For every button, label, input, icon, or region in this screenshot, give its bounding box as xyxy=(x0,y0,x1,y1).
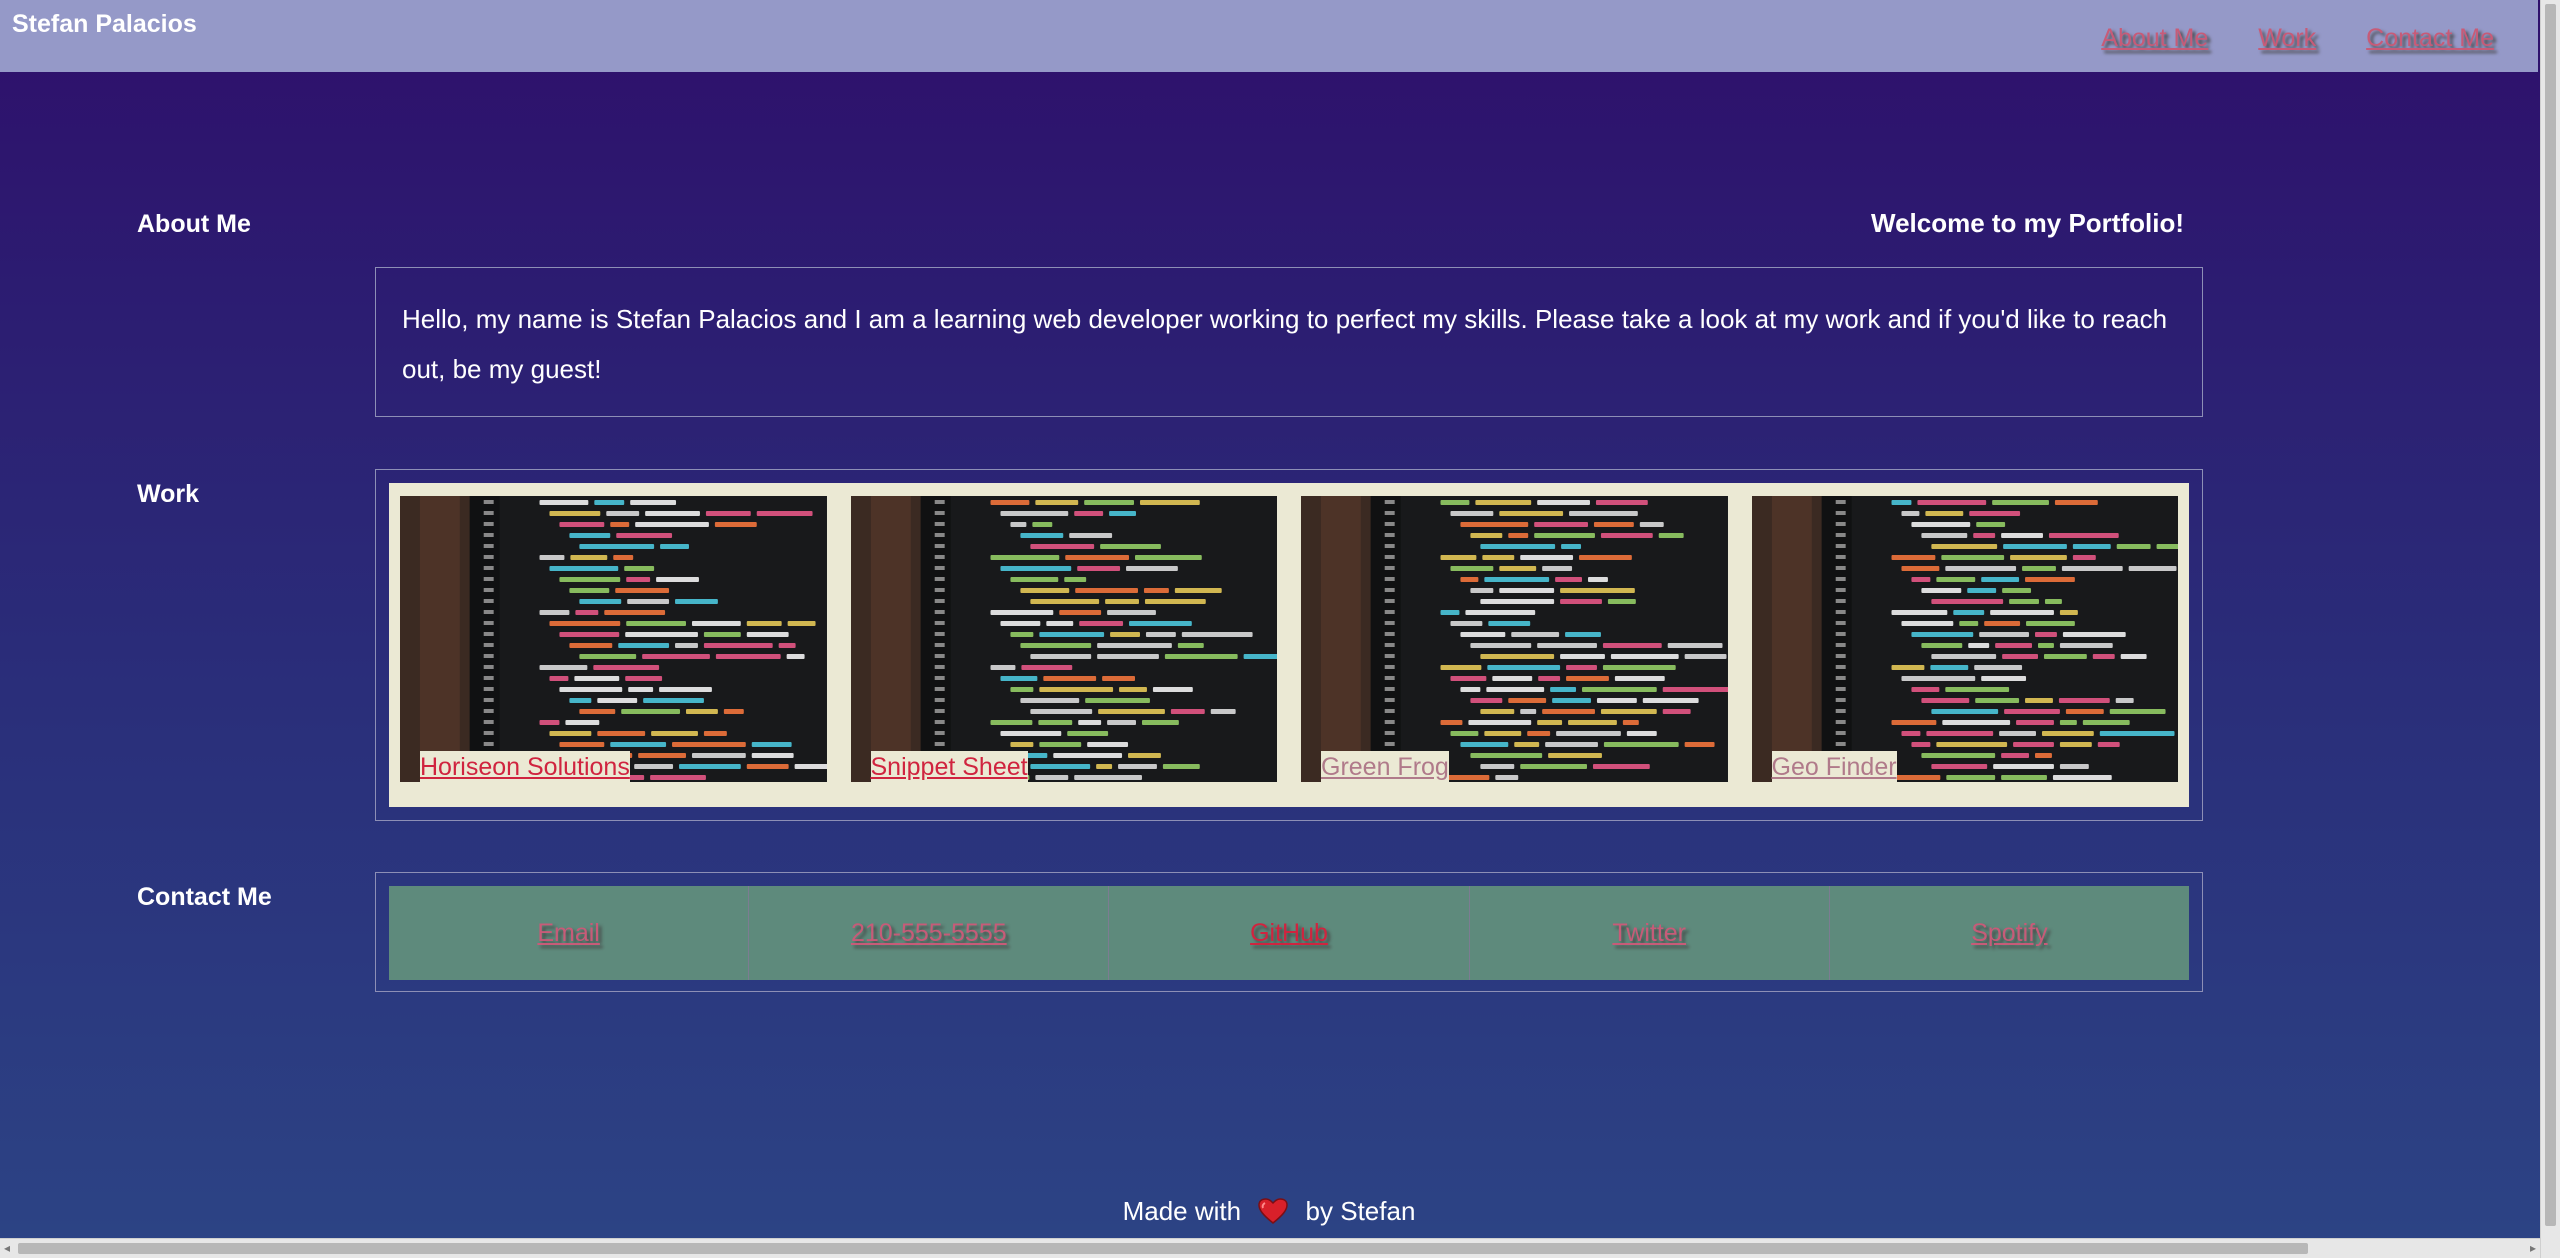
project-link-green-frog[interactable]: Green Frog xyxy=(1321,751,1449,782)
work-heading: Work xyxy=(137,480,200,508)
project-link-snippet-sheet[interactable]: Snippet Sheet xyxy=(870,751,1028,782)
contact-me-heading: Contact Me xyxy=(137,883,272,911)
horizontal-scrollbar-thumb[interactable] xyxy=(18,1243,2308,1254)
nav-link-about-me[interactable]: About Me xyxy=(2101,24,2208,53)
scroll-right-arrow-icon[interactable]: ▸ xyxy=(2530,1241,2536,1255)
contact-link-email[interactable]: Email xyxy=(389,886,750,980)
contact-links-row: Email 210-555-5555 GitHub Twitter Spotif… xyxy=(389,886,2189,980)
project-link-horiseon-solutions[interactable]: Horiseon Solutions xyxy=(420,751,630,782)
nav-link-work[interactable]: Work xyxy=(2258,24,2316,53)
contact-link-phone[interactable]: 210-555-5555 xyxy=(749,886,1110,980)
top-navigation-bar: Stefan Palacios About Me Work Contact Me xyxy=(0,0,2538,72)
brand-name: Stefan Palacios xyxy=(12,10,197,38)
heart-icon xyxy=(1258,1198,1289,1231)
code-screenshot-image xyxy=(1751,496,2178,782)
code-screenshot-image xyxy=(400,496,827,782)
work-section: Horiseon Solutions Snippet Sheet Green F… xyxy=(375,469,2203,821)
project-card-horiseon-solutions[interactable]: Horiseon Solutions xyxy=(400,496,827,782)
project-card-green-frog[interactable]: Green Frog xyxy=(1301,496,1728,782)
code-screenshot-image xyxy=(1301,496,1728,782)
contact-section: Email 210-555-5555 GitHub Twitter Spotif… xyxy=(375,872,2203,992)
project-link-geo-finder[interactable]: Geo Finder xyxy=(1771,751,1897,782)
footer-by-stefan: by Stefan xyxy=(1305,1196,1416,1226)
contact-link-twitter[interactable]: Twitter xyxy=(1470,886,1830,980)
project-card-snippet-sheet[interactable]: Snippet Sheet xyxy=(850,496,1277,782)
vertical-scrollbar-thumb[interactable] xyxy=(2545,4,2556,1226)
welcome-heading: Welcome to my Portfolio! xyxy=(1871,208,2184,238)
horizontal-scrollbar[interactable]: ◂ ▸ xyxy=(0,1238,2540,1258)
footer: Made with by Stefan xyxy=(0,1196,2538,1231)
about-me-text: Hello, my name is Stefan Palacios and I … xyxy=(375,267,2203,417)
work-grid: Horiseon Solutions Snippet Sheet Green F… xyxy=(389,483,2189,807)
nav-links: About Me Work Contact Me xyxy=(2101,24,2494,53)
about-me-heading: About Me xyxy=(137,210,251,238)
vertical-scrollbar[interactable] xyxy=(2540,0,2560,1258)
nav-link-contact-me[interactable]: Contact Me xyxy=(2366,24,2494,53)
scroll-left-arrow-icon[interactable]: ◂ xyxy=(4,1241,10,1255)
contact-link-spotify[interactable]: Spotify xyxy=(1830,886,2189,980)
contact-link-github[interactable]: GitHub xyxy=(1109,886,1470,980)
code-screenshot-image xyxy=(850,496,1277,782)
footer-made-with: Made with xyxy=(1122,1196,1242,1226)
project-card-geo-finder[interactable]: Geo Finder xyxy=(1751,496,2178,782)
